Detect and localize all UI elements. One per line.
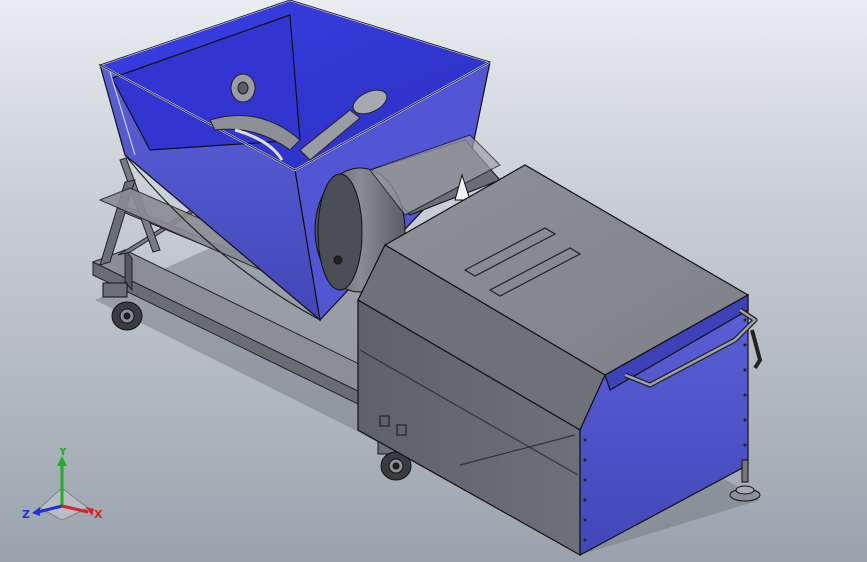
x-axis-label: X bbox=[94, 508, 103, 521]
z-axis-arrow bbox=[32, 507, 40, 516]
mixer-machine-model[interactable] bbox=[0, 0, 867, 562]
orientation-triad[interactable]: Y X Z bbox=[22, 448, 112, 528]
cad-viewport[interactable]: Y X Z bbox=[0, 0, 867, 562]
triad-base bbox=[39, 487, 89, 521]
y-axis-label: Y bbox=[58, 448, 68, 458]
motor-cabinet bbox=[357, 164, 750, 557]
z-axis-label: Z bbox=[22, 508, 30, 521]
